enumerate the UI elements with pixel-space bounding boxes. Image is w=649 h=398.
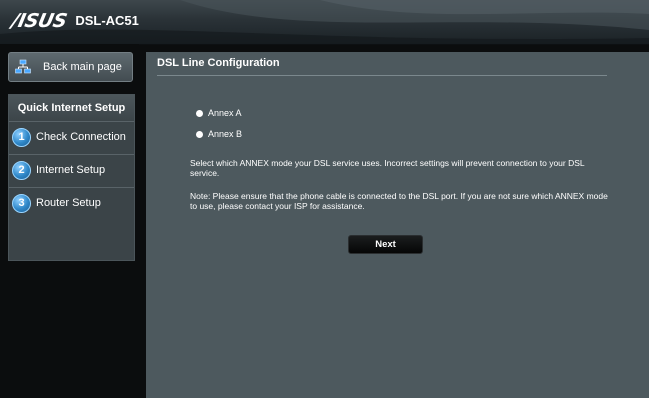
asus-logo: /ISUS DSL-AC51 [9, 10, 139, 32]
step-label: Check Connection [36, 131, 126, 143]
step-internet-setup[interactable]: 2 Internet Setup [9, 154, 134, 185]
main-panel: DSL Line Configuration Annex A Annex B S… [146, 52, 649, 398]
back-main-page-label: Back main page [43, 61, 122, 73]
quick-internet-setup-title: Quick Internet Setup [9, 95, 134, 122]
sidebar: Back main page Quick Internet Setup 1 Ch… [0, 44, 139, 398]
radio-label: Annex B [208, 129, 243, 139]
page-title: DSL Line Configuration [157, 57, 280, 69]
brand-logo-text: /ISUS [9, 10, 69, 32]
annex-note: Note: Please ensure that the phone cable… [190, 191, 608, 211]
step-router-setup[interactable]: 3 Router Setup [9, 187, 134, 218]
step-label: Router Setup [36, 197, 101, 209]
radio-annex-a[interactable]: Annex A [196, 108, 242, 118]
radio-dot-icon [196, 130, 203, 138]
asus-setup-page: /ISUS DSL-AC51 Back main page Quick Inte… [0, 0, 649, 398]
next-button[interactable]: Next [348, 235, 423, 254]
annex-description: Select which ANNEX mode your DSL service… [190, 158, 585, 178]
back-main-page-button[interactable]: Back main page [8, 52, 133, 82]
step-check-connection[interactable]: 1 Check Connection [9, 121, 134, 152]
step-1-number-icon: 1 [12, 127, 31, 147]
title-divider [157, 75, 607, 76]
radio-label: Annex A [208, 108, 242, 118]
radio-annex-b[interactable]: Annex B [196, 129, 242, 139]
network-icon [15, 59, 31, 74]
step-3-number-icon: 3 [12, 193, 31, 213]
radio-dot-icon [196, 109, 203, 117]
top-header: /ISUS DSL-AC51 [0, 0, 649, 45]
step-label: Internet Setup [36, 164, 106, 176]
step-2-number-icon: 2 [12, 160, 31, 180]
quick-internet-setup-panel: Quick Internet Setup 1 Check Connection … [8, 94, 135, 261]
model-name: DSL-AC51 [75, 13, 139, 28]
